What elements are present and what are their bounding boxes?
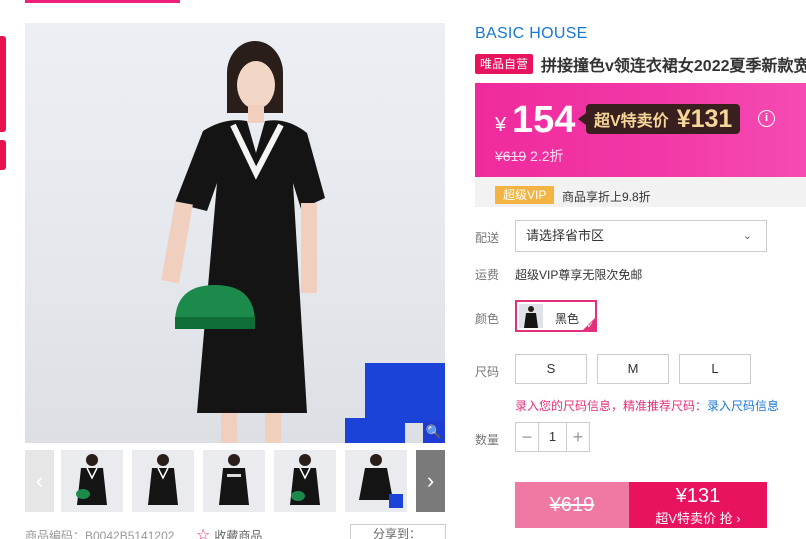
shipping-label: 运费 bbox=[475, 268, 500, 282]
original-price: ¥619 bbox=[495, 148, 527, 164]
check-icon: ✓ bbox=[586, 320, 594, 330]
left-arm bbox=[161, 201, 193, 284]
swatch-photo bbox=[524, 306, 538, 328]
svip-price: ¥131 bbox=[676, 104, 733, 133]
region-select[interactable]: 请选择省市区 ⌄ bbox=[515, 220, 767, 252]
size-entry-link[interactable]: 录入尺码信息 bbox=[707, 399, 779, 413]
thumbnail-image bbox=[148, 454, 178, 505]
decrement-button[interactable]: − bbox=[516, 423, 538, 451]
right-leg bbox=[265, 413, 281, 443]
product-title: 拼接撞色v领连衣裙女2022夏季新款宽 bbox=[541, 58, 806, 75]
currency-symbol: ¥ bbox=[495, 114, 507, 136]
size-option-l[interactable]: L bbox=[679, 354, 751, 384]
size-hint: 录入您的尺码信息，精准推荐尺码：录入尺码信息 bbox=[515, 397, 779, 414]
size-option-s[interactable]: S bbox=[515, 354, 587, 384]
thumbnail-image bbox=[290, 454, 320, 505]
color-option-black[interactable]: 黑色 ✓ bbox=[515, 300, 597, 332]
discount-rate: 2.2折 bbox=[530, 148, 564, 164]
quantity-label: 数量 bbox=[475, 433, 500, 447]
vip-row: 超级VIP 商品享折上9.8折 bbox=[475, 177, 806, 207]
original-price-row: ¥619 2.2折 bbox=[495, 146, 564, 166]
color-label: 颜色 bbox=[475, 312, 500, 326]
buy-svip-price: ¥131 bbox=[675, 485, 721, 507]
thumbnail[interactable] bbox=[61, 450, 123, 512]
model-photo bbox=[161, 41, 445, 443]
side-tab[interactable] bbox=[0, 36, 6, 132]
thumbnail[interactable] bbox=[132, 450, 194, 512]
sale-price: 154 bbox=[512, 99, 576, 141]
self-operated-badge: 唯品自营 bbox=[475, 54, 534, 74]
svip-buy-button[interactable]: ¥131 超V特卖价 抢 › bbox=[629, 482, 767, 528]
brand-link[interactable]: BASIC HOUSE bbox=[475, 25, 588, 43]
thumbnail[interactable] bbox=[274, 450, 336, 512]
side-tab-small[interactable] bbox=[0, 140, 6, 170]
neck bbox=[248, 105, 264, 123]
vip-discount-text: 商品享折上9.8折 bbox=[562, 190, 651, 204]
favorite-label: 收藏商品 bbox=[214, 529, 263, 539]
magnifier-icon[interactable]: 🔍 bbox=[423, 421, 445, 443]
delivery-label: 配送 bbox=[475, 231, 500, 245]
chevron-down-icon: ⌄ bbox=[742, 230, 752, 242]
quantity-value[interactable]: 1 bbox=[538, 423, 567, 451]
original-price-button[interactable]: ¥619 bbox=[515, 482, 629, 528]
size-label: 尺码 bbox=[475, 365, 500, 379]
product-code: 商品编码：B0042B5141202 bbox=[25, 529, 175, 539]
svip-label: 超V特卖价 bbox=[594, 113, 669, 130]
super-vip-badge[interactable]: 超级VIP bbox=[495, 186, 555, 204]
color-swatch-image bbox=[519, 304, 543, 328]
share-button[interactable]: 分享到： bbox=[350, 524, 446, 539]
color-option-label: 黑色 bbox=[555, 312, 580, 326]
svip-price-tag: 超V特卖价 ¥131 bbox=[577, 104, 741, 134]
left-leg bbox=[221, 413, 237, 443]
thumbnail-image bbox=[359, 454, 403, 508]
region-select-value: 请选择省市区 bbox=[526, 228, 605, 243]
increment-button[interactable]: + bbox=[567, 423, 589, 451]
thumbnail[interactable] bbox=[203, 450, 265, 512]
main-product-image[interactable]: 🔍 bbox=[25, 23, 445, 443]
size-option-m[interactable]: M bbox=[597, 354, 669, 384]
right-arm bbox=[301, 203, 317, 293]
top-accent-bar bbox=[25, 0, 180, 3]
thumbnail-image bbox=[76, 454, 107, 505]
info-icon[interactable]: i bbox=[758, 110, 775, 127]
chevron-right-icon[interactable]: › bbox=[416, 450, 445, 512]
shipping-text: 超级VIP尊享无限次免邮 bbox=[515, 268, 643, 282]
face bbox=[237, 61, 275, 109]
price-panel: ¥ 154 超V特卖价 ¥131 i ¥619 2.2折 bbox=[475, 83, 806, 177]
buy-original-price: ¥619 bbox=[549, 494, 595, 516]
chevron-left-icon[interactable]: ‹ bbox=[25, 450, 54, 512]
size-hint-text: 录入您的尺码信息，精准推荐尺码： bbox=[515, 399, 708, 413]
blue-crate-small bbox=[345, 418, 405, 443]
buy-svip-action: 超V特卖价 抢 › bbox=[655, 511, 741, 526]
quantity-stepper[interactable]: − 1 + bbox=[515, 422, 590, 452]
star-icon: ☆ bbox=[196, 527, 211, 539]
favorite-button[interactable]: ☆ 收藏商品 bbox=[196, 525, 262, 539]
thumbnail-image bbox=[219, 454, 249, 505]
bag-base bbox=[175, 317, 255, 329]
blue-crate bbox=[365, 363, 445, 423]
thumbnail[interactable] bbox=[345, 450, 407, 512]
